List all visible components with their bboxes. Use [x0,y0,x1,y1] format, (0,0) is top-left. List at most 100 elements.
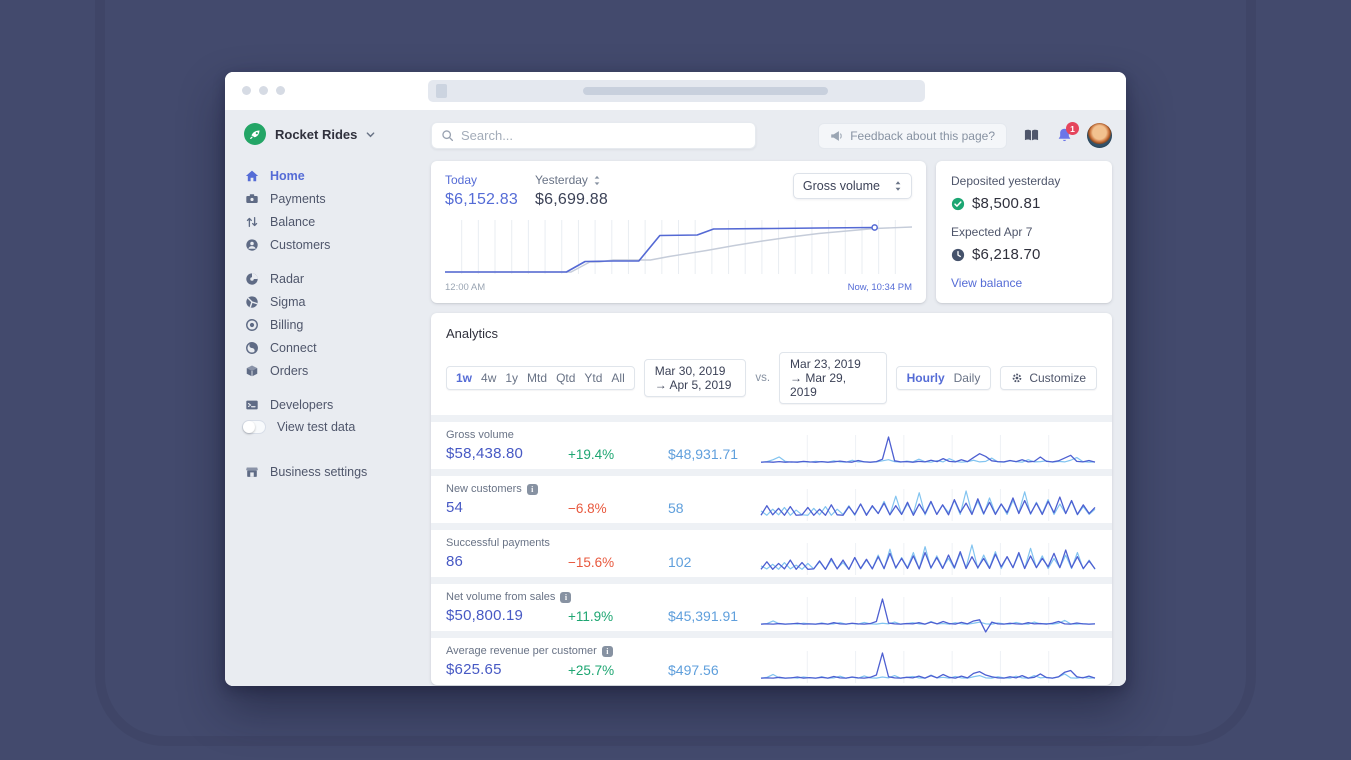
orders-icon [244,363,259,378]
info-icon[interactable]: i [601,645,613,657]
payments-icon [244,191,259,206]
window-maximize-button[interactable] [276,86,285,95]
sidebar-item-billing[interactable]: Billing [244,313,407,336]
account-switcher[interactable]: Rocket Rides [244,123,407,145]
customize-button[interactable]: Customize [1000,366,1097,390]
developers-icon [244,397,259,412]
browser-window: Rocket Rides Home Payments Balance Custo… [225,72,1126,686]
axis-start-label: 12:00 AM [445,282,486,293]
sidebar-item-customers[interactable]: Customers [244,233,407,256]
preset-4w[interactable]: 4w [481,371,496,385]
sigma-icon [244,294,259,309]
analytics-card: Analytics 1w 4w 1y Mtd Qtd Ytd All Mar 3… [431,313,1112,685]
axis-now-label: Now, 10:34 PM [847,282,912,293]
preset-ytd[interactable]: Ytd [584,371,602,385]
preset-all[interactable]: All [611,371,624,385]
metric-row-gross-volume[interactable]: Gross volume $58,438.80 +19.4% $48,931.7… [431,422,1112,469]
address-bar[interactable] [428,80,925,102]
preset-mtd[interactable]: Mtd [527,371,547,385]
metric-select-value: Gross volume [802,179,880,193]
check-circle-icon [951,197,965,210]
gross-volume-chart[interactable] [445,218,913,278]
account-name: Rocket Rides [275,126,358,142]
user-avatar[interactable] [1087,123,1112,148]
window-minimize-button[interactable] [259,86,268,95]
toggle-switch-off[interactable] [242,420,266,434]
metric-value: $58,438.80 [446,445,524,462]
sidebar-item-business-settings[interactable]: Business settings [244,460,407,483]
metric-value: 86 [446,553,464,570]
customers-icon [244,237,259,252]
search-input[interactable]: Search... [431,122,756,149]
sidebar-item-home[interactable]: Home [244,164,407,187]
deposits-card: Deposited yesterday $8,500.81 Expected A… [936,161,1112,303]
metric-value: 54 [446,499,464,516]
favicon-placeholder [436,84,447,98]
expected-value: $6,218.70 [972,246,1041,263]
sidebar-item-developers[interactable]: Developers [244,393,407,416]
metric-row-successful-payments[interactable]: Successful payments 86 −15.6% 102 [431,530,1112,577]
gear-icon [1012,373,1022,383]
sidebar-item-radar[interactable]: Radar [244,267,407,290]
metric-delta: −6.8% [568,501,607,516]
metric-row-net-volume[interactable]: Net volume from sales i $50,800.19 +11.9%… [431,584,1112,633]
granularity-daily[interactable]: Daily [954,371,981,385]
window-close-button[interactable] [242,86,251,95]
sidebar-item-balance[interactable]: Balance [244,210,407,233]
sparkline-chart [760,488,1096,521]
granularity-hourly[interactable]: Hourly [907,371,945,385]
topbar: Search... Feedback about this page? 1 [431,122,1112,149]
sidebar-item-payments[interactable]: Payments [244,187,407,210]
chevron-down-icon [367,131,375,137]
metric-delta: +11.9% [568,609,614,624]
preset-1w[interactable]: 1w [456,371,472,385]
clock-icon [951,248,965,261]
sparkline-chart [760,542,1096,575]
metric-delta: +19.4% [568,447,615,462]
analytics-controls: 1w 4w 1y Mtd Qtd Ytd All Mar 30, 2019 → … [446,352,1097,404]
main-content: Search... Feedback about this page? 1 To… [415,110,1126,686]
connect-icon [244,340,259,355]
search-placeholder: Search... [461,128,514,143]
compare-date-range-button[interactable]: Mar 23, 2019 → Mar 29, 2019 [779,352,887,404]
browser-chrome [225,72,1126,110]
metric-previous-value: $497.56 [668,662,719,678]
info-icon[interactable]: i [560,591,572,603]
sidebar-item-orders[interactable]: Orders [244,359,407,382]
sidebar-item-connect[interactable]: Connect [244,336,407,359]
today-column: Today $6,152.83 [445,173,535,209]
preset-qtd[interactable]: Qtd [556,371,575,385]
deposited-value: $8,500.81 [972,195,1041,212]
metric-select-dropdown[interactable]: Gross volume [792,173,912,199]
sparkline-chart [760,596,1096,633]
docs-button[interactable] [1023,128,1040,143]
today-label: Today [445,173,478,187]
url-text-placeholder [583,87,828,95]
deposited-label: Deposited yesterday [951,174,1061,188]
home-icon [244,168,259,183]
preset-1y[interactable]: 1y [505,371,518,385]
feedback-button[interactable]: Feedback about this page? [818,122,1007,149]
billing-icon [244,317,259,332]
feedback-label: Feedback about this page? [850,128,995,143]
notifications-button[interactable]: 1 [1056,122,1079,144]
metric-delta: −15.6% [568,555,615,570]
window-controls[interactable] [242,86,285,95]
sort-toggle-icon [594,175,600,185]
info-icon[interactable]: i [526,483,538,495]
metric-row-average-revenue[interactable]: Average revenue per customer i $625.65 +2… [431,638,1112,685]
metric-row-new-customers[interactable]: New customers i 54 −6.8% 58 [431,476,1112,523]
row-divider [431,415,1112,422]
date-range-presets[interactable]: 1w 4w 1y Mtd Qtd Ytd All [446,366,635,390]
chart-x-axis: 12:00 AM Now, 10:34 PM [445,282,912,293]
view-test-data-toggle[interactable]: View test data [242,416,407,438]
megaphone-icon [831,130,842,141]
comparison-selector[interactable]: Yesterday [535,173,608,187]
sidebar-item-sigma[interactable]: Sigma [244,290,407,313]
metric-delta: +25.7% [568,663,615,678]
vs-label: vs. [755,372,771,384]
primary-date-range-button[interactable]: Mar 30, 2019 → Apr 5, 2019 [643,359,747,397]
granularity-toggle[interactable]: Hourly Daily [895,366,992,390]
view-balance-link[interactable]: View balance [951,276,1097,290]
radar-icon [244,271,259,286]
